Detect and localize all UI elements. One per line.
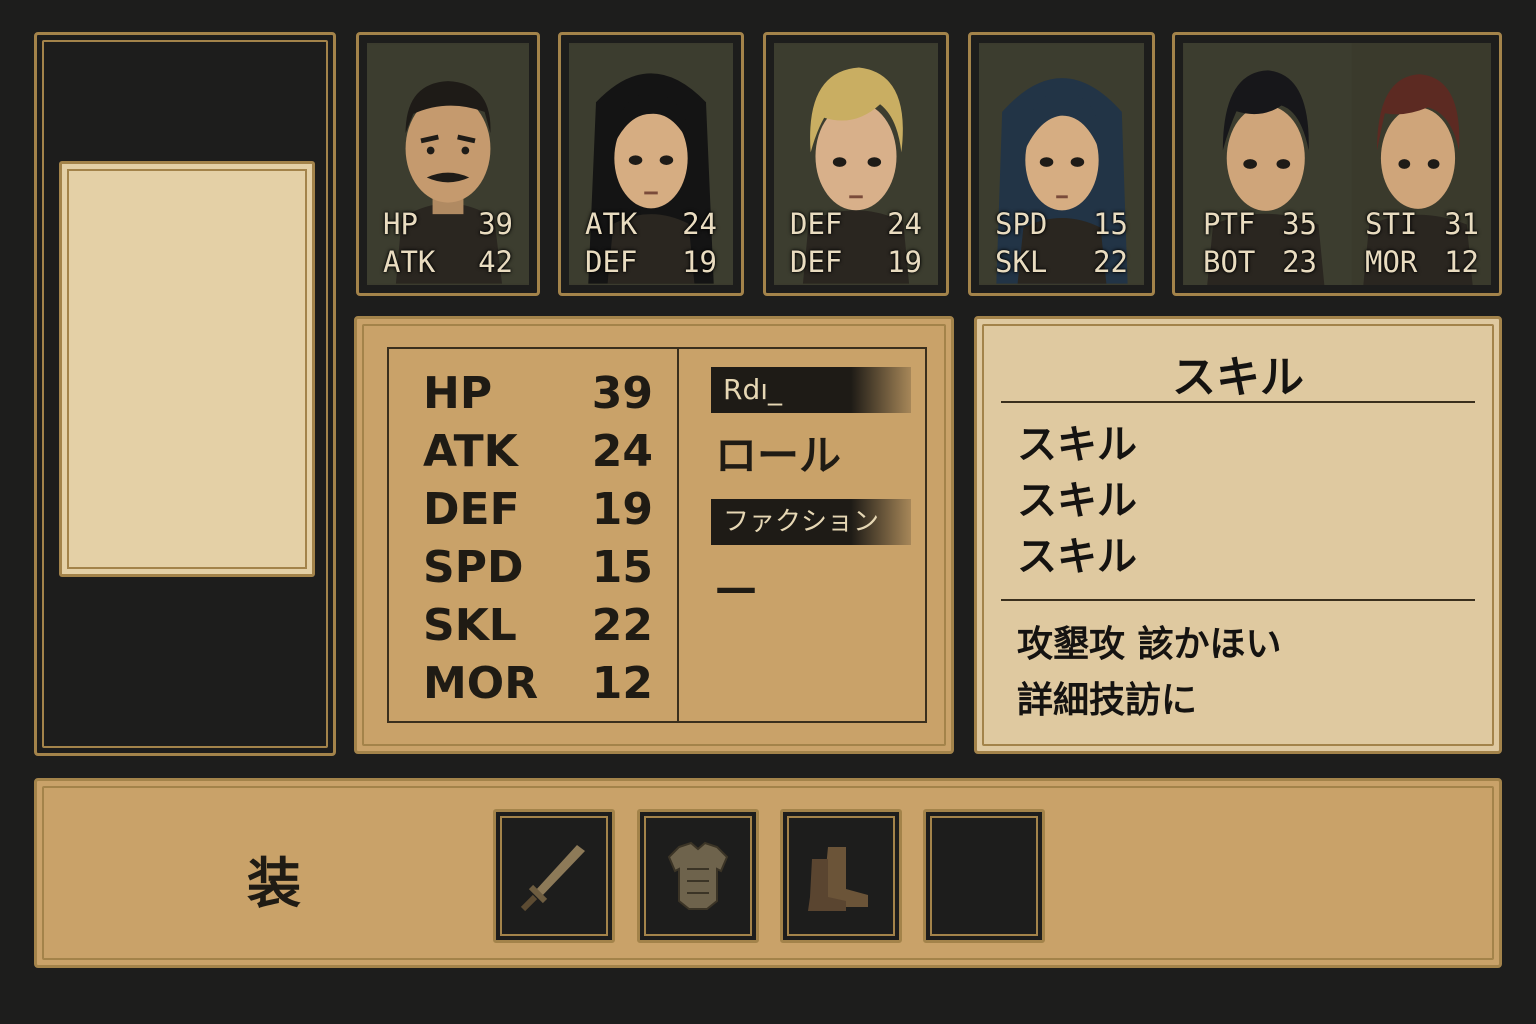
stat-value: 12: [591, 658, 653, 709]
skill-item[interactable]: スキル: [1017, 529, 1137, 585]
stat-label: ATK: [585, 207, 638, 241]
stat-value: 31: [1444, 207, 1479, 241]
stat-list: HP 39 ATK 24 DEF 19 SPD 15 SKL 22 MOR 12: [423, 365, 653, 713]
equipment-bar: 装: [34, 778, 1502, 968]
skill-item[interactable]: スキル: [1017, 473, 1137, 529]
stat-value: 24: [887, 207, 922, 241]
equipment-slot-weapon[interactable]: [493, 809, 615, 943]
stat-label: STI: [1365, 207, 1418, 241]
faction-label: ファクション: [711, 499, 911, 545]
stat-label: DEF: [790, 245, 843, 279]
equipment-label: 装: [247, 852, 301, 915]
stat-value: 15: [591, 542, 653, 593]
skill-description: 攻墾攻 該かほい 詳細技訪に: [1017, 617, 1282, 729]
stat-value: 24: [682, 207, 717, 241]
skill-panel-title: スキル: [1172, 352, 1304, 403]
stat-label: SKL: [423, 600, 517, 651]
stat-value: 23: [1282, 245, 1317, 279]
stat-value: 39: [591, 368, 653, 419]
boots-icon: [808, 847, 868, 911]
stat-label: SPD: [423, 542, 524, 593]
stat-row-skl: SKL 22: [423, 597, 653, 655]
armor-icon: [667, 841, 729, 910]
stat-label: SPD: [995, 207, 1048, 241]
skill-item[interactable]: スキル: [1017, 417, 1137, 473]
stats-inner-box: HP 39 ATK 24 DEF 19 SPD 15 SKL 22 MOR 12 Rdı_ …: [387, 347, 927, 723]
stat-value: 19: [887, 245, 922, 279]
stat-value: 19: [591, 484, 653, 535]
divider: [1001, 599, 1475, 601]
stat-label: ATK: [423, 426, 518, 477]
portrait-card[interactable]: [59, 161, 315, 577]
stat-label: HP: [423, 368, 493, 419]
equipment-slot-boots[interactable]: [780, 809, 902, 943]
stat-label: ATK: [383, 245, 436, 279]
stat-value: 15: [1093, 207, 1128, 241]
description-line: 詳細技訪に: [1017, 680, 1198, 721]
stat-label: HP: [383, 207, 418, 241]
divider: [677, 349, 679, 721]
equipment-slot-armor[interactable]: [637, 809, 759, 943]
stat-value: 22: [591, 600, 653, 651]
stat-label: PTF: [1203, 207, 1256, 241]
stat-label: DEF: [585, 245, 638, 279]
info-column: Rdı_ ロール ファクション —: [711, 367, 911, 631]
selected-portrait-panel: [34, 32, 336, 756]
stats-panel: HP 39 ATK 24 DEF 19 SPD 15 SKL 22 MOR 12 Rdı_ …: [354, 316, 954, 754]
stat-label: DEF: [790, 207, 843, 241]
stat-row-mor: MOR 12: [423, 655, 653, 713]
stat-value: 19: [682, 245, 717, 279]
faction-value: —: [715, 563, 757, 612]
stat-label: SKL: [995, 245, 1048, 279]
skill-list: スキル スキル スキル: [1017, 417, 1137, 585]
stat-label: DEF: [423, 484, 520, 535]
stat-value: 42: [478, 245, 513, 279]
stat-value: 24: [591, 426, 653, 477]
character-card-blond-soldier[interactable]: DEF 24 DEF 19: [763, 32, 949, 296]
stat-label: MOR: [1365, 245, 1418, 279]
stat-value: 35: [1282, 207, 1317, 241]
character-card-black-haired-woman[interactable]: ATK 24 DEF 19: [558, 32, 744, 296]
character-card-pair-soldiers[interactable]: PTF 35 BOT 23 STI 31 MOR 12: [1172, 32, 1502, 296]
description-line: 攻墾攻 該かほい: [1017, 624, 1282, 665]
equipment-slot-empty[interactable]: [923, 809, 1045, 943]
divider: [1001, 401, 1475, 403]
stat-value: 22: [1093, 245, 1128, 279]
role-label: Rdı_: [711, 367, 911, 413]
character-card-blue-haired-woman[interactable]: SPD 15 SKL 22: [968, 32, 1155, 296]
role-value: ロール: [715, 431, 842, 480]
skill-panel: スキル スキル スキル スキル 攻墾攻 該かほい 詳細技訪に: [974, 316, 1502, 754]
sword-icon: [520, 845, 585, 912]
stat-row-spd: SPD 15: [423, 539, 653, 597]
character-card-officer[interactable]: HP 39 ATK 42: [356, 32, 540, 296]
stat-row-def: DEF 19: [423, 481, 653, 539]
stat-label: BOT: [1203, 245, 1256, 279]
stat-label: MOR: [423, 658, 539, 709]
stat-row-hp: HP 39: [423, 365, 653, 423]
stat-value: 12: [1444, 245, 1479, 279]
stat-row-atk: ATK 24: [423, 423, 653, 481]
stat-value: 39: [478, 207, 513, 241]
